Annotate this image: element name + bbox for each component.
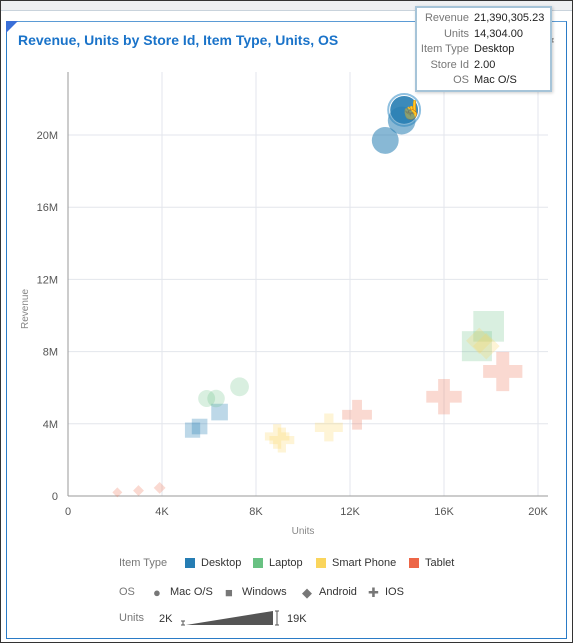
legend-item-type-label[interactable]: Smart Phone xyxy=(332,557,396,569)
tooltip: Revenue 21,390,305.23 Units 14,304.00 Item T… xyxy=(415,6,552,92)
legend-item-type-label[interactable]: Tablet xyxy=(425,557,454,569)
legend-units-max: 19K xyxy=(287,613,307,625)
point-circle xyxy=(230,377,249,397)
legend-os-label[interactable]: Windows xyxy=(242,586,287,598)
tooltip-row: OS Mac O/S xyxy=(417,74,550,89)
tooltip-value: 14,304.00 xyxy=(474,27,523,40)
data-point-diamond[interactable] xyxy=(133,485,144,497)
legend-swatch-tablet xyxy=(409,558,419,568)
point-diamond xyxy=(133,485,144,497)
legend-item-type-title: Item Type xyxy=(119,557,168,569)
x-tick-label: 0 xyxy=(65,506,71,518)
y-tick-label: 4M xyxy=(43,419,58,431)
legend-circle-icon: ● xyxy=(153,585,161,600)
x-axis-label: Units xyxy=(292,526,315,537)
data-point-circle[interactable] xyxy=(207,389,225,408)
tooltip-key: OS xyxy=(453,74,469,86)
point-circle xyxy=(207,389,225,408)
legend-item-type-label[interactable]: Desktop xyxy=(201,557,241,569)
legend-os-label[interactable]: Android xyxy=(319,586,357,598)
y-axis-label: Revenue xyxy=(20,289,31,329)
data-point-diamond[interactable] xyxy=(153,481,166,494)
tooltip-row: Item Type Desktop xyxy=(417,43,550,58)
x-tick-label: 4K xyxy=(155,506,169,518)
tooltip-value: Mac O/S xyxy=(474,74,517,86)
x-tick-label: 20K xyxy=(528,506,548,518)
point-cross xyxy=(426,379,462,415)
y-tick-label: 0 xyxy=(52,491,58,503)
legend-item-type-label[interactable]: Laptop xyxy=(269,557,303,569)
legend-os-title: OS xyxy=(119,586,135,598)
point-square xyxy=(191,418,208,435)
data-point-cross[interactable] xyxy=(426,379,462,415)
data-point-square[interactable] xyxy=(191,418,208,435)
tooltip-value: 21,390,305.23 xyxy=(474,12,545,24)
tooltip-key: Store Id xyxy=(430,58,469,71)
tooltip-value: Desktop xyxy=(474,43,515,55)
point-cross xyxy=(314,413,343,442)
legend-swatch-smart-phone xyxy=(316,558,326,568)
tooltip-key: Item Type xyxy=(420,43,469,55)
point-cross xyxy=(342,399,372,430)
legend-os-label[interactable]: Mac O/S xyxy=(170,586,213,598)
scatter-chart: 0 4K 8K 12K 16K 20K 0 4M 8M 12M 16M 20M Units Revenue… xyxy=(20,72,548,537)
y-tick-label: 16M xyxy=(37,202,58,214)
x-tick-label: 16K xyxy=(434,506,454,518)
data-point-circle[interactable] xyxy=(371,126,399,154)
y-tick-label: 8M xyxy=(43,347,58,359)
data-point-circle[interactable] xyxy=(230,377,249,397)
legend-swatch-desktop xyxy=(185,558,195,568)
x-tick-label: 12K xyxy=(340,506,360,518)
data-point-cross[interactable] xyxy=(342,399,372,430)
tooltip-row: Store Id 2.00 xyxy=(417,59,550,74)
tooltip-key: Units xyxy=(443,27,469,40)
y-tick-label: 20M xyxy=(37,130,58,142)
tooltip-key: Revenue xyxy=(424,12,469,24)
legend-units-min: 2K xyxy=(159,613,173,625)
tooltip-row: Revenue 21,390,305.23 xyxy=(417,12,550,27)
legend-cross-icon: ✚ xyxy=(368,585,379,600)
x-tick-label: 8K xyxy=(249,506,263,518)
y-tick-label: 12M xyxy=(37,274,58,286)
legend-square-icon: ■ xyxy=(225,585,233,600)
legend-diamond-icon: ◆ xyxy=(302,585,312,600)
tooltip-value: 2.00 xyxy=(474,58,496,71)
legend-swatch-laptop xyxy=(253,558,263,568)
tooltip-row: Units 14,304.00 xyxy=(417,28,550,43)
point-diamond xyxy=(153,481,166,494)
legend-os-label[interactable]: IOS xyxy=(385,586,404,598)
point-circle xyxy=(371,126,399,154)
data-point-cross[interactable] xyxy=(314,413,343,442)
legend-units-title: Units xyxy=(119,612,145,624)
